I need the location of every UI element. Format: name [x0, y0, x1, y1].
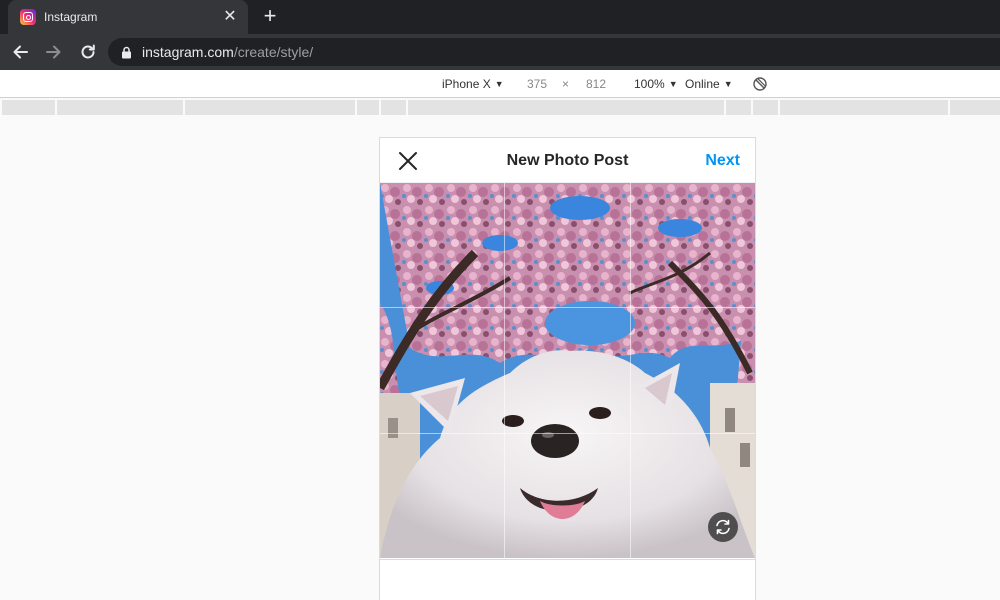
instagram-icon [20, 9, 36, 25]
url-host: instagram.com [142, 44, 234, 60]
phone-viewport: New Photo Post Next [379, 137, 756, 600]
rotate-button[interactable] [708, 512, 738, 542]
photo-preview[interactable] [380, 183, 755, 558]
grid-line [380, 433, 755, 434]
caret-down-icon: ▼ [668, 79, 678, 89]
arrow-right-icon [46, 45, 61, 59]
page-title: New Photo Post [506, 152, 629, 169]
media-query-bar [0, 99, 1000, 116]
forward-button[interactable] [40, 38, 68, 66]
media-query-segment[interactable] [381, 100, 406, 115]
media-query-segment[interactable] [408, 100, 724, 115]
grid-line [630, 183, 631, 558]
browser-toolbar: instagram.com/create/style/ [0, 34, 1000, 70]
rotate-device-icon[interactable] [752, 76, 768, 92]
lock-icon [120, 45, 132, 59]
reload-icon [81, 44, 95, 59]
width-field[interactable]: 375 [527, 77, 547, 91]
browser-tab-strip: Instagram ✕ + [0, 0, 1000, 34]
url-text: instagram.com/create/style/ [142, 44, 313, 60]
next-button[interactable]: Next [705, 152, 740, 170]
rotate-icon [716, 519, 730, 535]
media-query-segment[interactable] [726, 100, 751, 115]
zoom-select[interactable]: 100% ▼ [634, 77, 678, 91]
close-tab-icon[interactable]: ✕ [222, 9, 238, 25]
dimension-separator: × [562, 77, 570, 91]
reload-button[interactable] [74, 38, 102, 66]
media-query-segment[interactable] [753, 100, 778, 115]
tab-title: Instagram [44, 10, 98, 24]
zoom-label: 100% [634, 77, 665, 91]
media-query-segment[interactable] [2, 100, 55, 115]
media-query-segment[interactable] [357, 100, 379, 115]
device-select[interactable]: iPhone X ▼ [442, 77, 504, 91]
back-button[interactable] [6, 38, 34, 66]
browser-tab[interactable]: Instagram ✕ [8, 0, 248, 34]
network-label: Online [685, 77, 720, 91]
media-query-segment[interactable] [57, 100, 183, 115]
caret-down-icon: ▼ [723, 79, 733, 89]
grid-line [380, 307, 755, 308]
post-header: New Photo Post Next [380, 138, 755, 183]
caret-down-icon: ▼ [494, 79, 504, 89]
grid-line [504, 183, 505, 558]
filter-panel [380, 559, 755, 600]
address-bar[interactable]: instagram.com/create/style/ [108, 38, 1000, 66]
new-tab-button[interactable]: + [258, 5, 282, 29]
media-query-segment[interactable] [950, 100, 1000, 115]
media-query-segment[interactable] [780, 100, 948, 115]
url-path: /create/style/ [233, 44, 314, 60]
dog-photo-image [380, 183, 755, 558]
arrow-left-icon [13, 45, 28, 59]
media-query-segment[interactable] [185, 100, 355, 115]
device-label: iPhone X [442, 77, 491, 91]
device-toolbar: iPhone X ▼ 375 × 812 100% ▼ Online ▼ [0, 70, 1000, 98]
network-select[interactable]: Online ▼ [685, 77, 733, 91]
height-field[interactable]: 812 [586, 77, 606, 91]
